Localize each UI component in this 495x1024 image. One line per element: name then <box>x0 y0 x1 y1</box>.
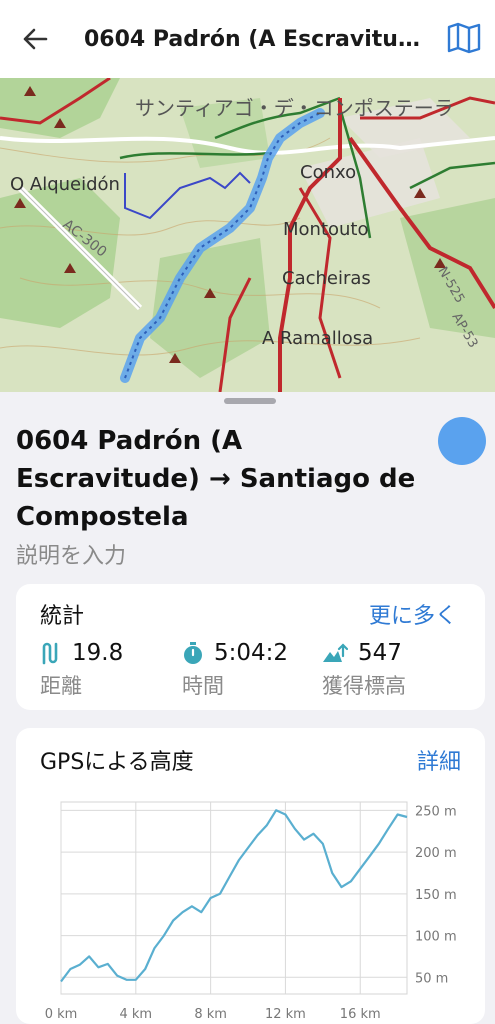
distance-label: 距離 <box>40 674 82 698</box>
stopwatch-icon <box>184 642 202 664</box>
y-tick-label: 50 m <box>415 971 448 986</box>
map-label-conxo: Conxo <box>300 162 356 183</box>
map-label-ramallosa: A Ramallosa <box>262 328 373 349</box>
y-tick-label: 150 m <box>415 888 457 903</box>
elevation-chart[interactable]: 50 m 100 m 150 m 200 m 250 m 0 km 4 km 8 km 12 k… <box>16 790 485 1024</box>
elevation-gain-stat: 547 獲得標高 <box>322 640 406 700</box>
stats-card: 統計 更に多く 19.8 距離 5:04:2 時間 547 獲得標高 <box>16 584 485 710</box>
map-label-cacheiras: Cacheiras <box>282 268 371 289</box>
x-tick-label: 16 km <box>340 1007 381 1022</box>
description-field[interactable]: 説明を入力 <box>16 538 126 570</box>
elevation-line <box>60 809 408 983</box>
top-app-bar: 0604 Padrón (A Escravitude) → Santiago d… <box>0 0 495 78</box>
y-tick-label: 100 m <box>415 930 457 945</box>
route-map[interactable]: サンティアゴ・デ・コンポステーラ O Alqueidón Conxo Monto… <box>0 78 495 392</box>
distance-icon <box>42 642 58 665</box>
drag-handle[interactable] <box>224 398 276 404</box>
distance-stat: 19.8 距離 <box>40 640 123 700</box>
map-label-city: サンティアゴ・デ・コンポステーラ <box>135 96 454 120</box>
track-details-sheet: 0604 Padrón (A Escravitude) → Santiago d… <box>0 392 495 1024</box>
time-value: 5:04:2 <box>214 640 289 666</box>
chart-plot-area <box>60 801 408 995</box>
y-tick-label: 200 m <box>415 846 457 861</box>
elevation-gain-icon <box>323 643 348 662</box>
map-label-alqueidon: O Alqueidón <box>10 174 120 195</box>
x-tick-label: 4 km <box>120 1007 153 1022</box>
more-link[interactable]: 更に多く <box>369 598 457 630</box>
elevation-card: GPSによる高度 詳細 50 m 100 m 150 m 200 m 250 m 0 km… <box>16 728 485 1024</box>
stats-title: 統計 <box>40 604 85 629</box>
track-name: 0604 Padrón (A Escravitude) → Santiago d… <box>16 426 416 532</box>
elevation-gain-label: 獲得標高 <box>322 674 406 698</box>
elevation-title: GPSによる高度 <box>40 750 194 775</box>
x-tick-label: 12 km <box>265 1007 306 1022</box>
track-color-dot[interactable] <box>438 417 486 465</box>
time-stat: 5:04:2 時間 <box>182 640 288 700</box>
map-label-montouto: Montouto <box>283 219 369 240</box>
elevation-gain-value: 547 <box>358 640 402 666</box>
page-title: 0604 Padrón (A Escravitude) → Santiago d… <box>84 26 424 52</box>
distance-value: 19.8 <box>72 640 124 666</box>
back-arrow-icon[interactable] <box>20 24 50 54</box>
y-tick-label: 250 m <box>415 804 457 819</box>
details-link[interactable]: 詳細 <box>417 744 461 776</box>
x-tick-label: 0 km <box>45 1007 78 1022</box>
map-icon[interactable] <box>447 22 481 54</box>
time-label: 時間 <box>182 674 224 698</box>
x-tick-label: 8 km <box>194 1007 227 1022</box>
